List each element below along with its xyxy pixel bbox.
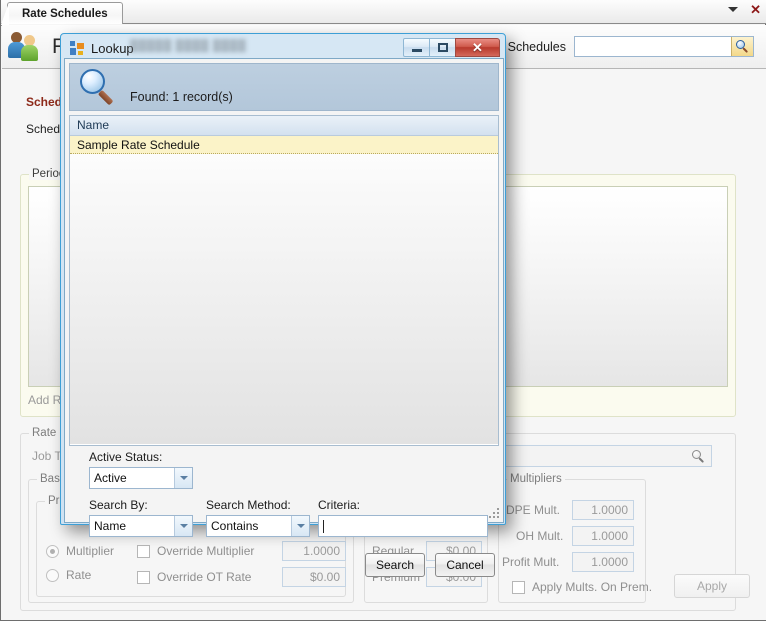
search-by-label: Search By: <box>89 498 148 512</box>
checkbox-override-ot-rate-label: Override OT Rate <box>157 570 252 584</box>
lookup-dialog-title: Lookup <box>91 40 134 56</box>
search-button[interactable]: Search <box>365 553 425 577</box>
resize-grip-icon[interactable] <box>489 508 501 520</box>
checkbox-override-multiplier-label: Override Multiplier <box>157 544 255 558</box>
chevron-down-icon[interactable] <box>174 468 192 488</box>
row-cell-name: Sample Rate Schedule <box>77 137 200 152</box>
lookup-results-empty-area <box>70 154 498 444</box>
active-status-value: Active <box>94 471 127 485</box>
apply-button[interactable]: Apply <box>674 574 750 598</box>
cancel-button[interactable]: Cancel <box>435 553 495 577</box>
header-search-input[interactable] <box>575 38 730 55</box>
oh-mult-label: OH Mult. <box>516 529 564 543</box>
minimize-icon <box>411 49 422 52</box>
header-search-box[interactable] <box>574 36 754 57</box>
text-caret <box>323 519 324 533</box>
header-search-area: Schedules <box>508 36 754 57</box>
header-search-label: Schedules <box>507 39 566 54</box>
radio-rate-label: Rate <box>66 568 92 582</box>
search-by-value: Name <box>94 519 127 533</box>
magnifier-large-icon <box>80 69 116 106</box>
active-status-select[interactable]: Active <box>89 467 193 489</box>
checkbox-apply-mults-on-prem[interactable] <box>512 581 525 594</box>
criteria-input[interactable] <box>318 515 488 537</box>
maximize-button[interactable] <box>429 38 456 57</box>
lookup-results-header: Name <box>70 116 498 136</box>
users-icon <box>8 30 48 64</box>
lookup-results-list[interactable]: Name Sample Rate Schedule <box>69 115 499 446</box>
dpe-mult-label: DPE Mult. <box>506 503 561 517</box>
lookup-dialog-window-buttons: ✕ <box>403 38 500 57</box>
close-icon: ✕ <box>472 40 483 55</box>
minimize-button[interactable] <box>403 38 430 57</box>
search-method-label: Search Method: <box>206 498 291 512</box>
profit-mult-value: 1.0000 <box>572 552 634 572</box>
search-by-select[interactable]: Name <box>89 515 193 537</box>
lookup-result-banner: Found: 1 record(s) <box>69 63 499 111</box>
active-status-label: Active Status: <box>89 450 163 464</box>
override-multiplier-value: 1.0000 <box>282 541 346 561</box>
multipliers-group-title: Multipliers <box>507 473 565 485</box>
search-method-value: Contains <box>211 519 259 533</box>
lookup-dialog: Lookup █████ ████ ████ ✕ Found: 1 record… <box>60 33 506 577</box>
profit-mult-label: Profit Mult. <box>502 555 560 569</box>
screen-root: Rate Schedules ✕ Rate Schedules Schedule… <box>0 0 766 621</box>
apply-mults-on-prem-label: Apply Mults. On Prem. <box>532 580 653 594</box>
lookup-dialog-client: Found: 1 record(s) Name Sample Rate Sche… <box>64 58 504 577</box>
table-row[interactable]: Sample Rate Schedule <box>70 136 498 154</box>
tab-label: Rate Schedules <box>22 8 108 20</box>
users-icon-person-front <box>21 34 38 61</box>
override-ot-rate-value: $0.00 <box>282 567 346 587</box>
radio-multiplier-label: Multiplier <box>66 544 115 558</box>
tab-strip: Rate Schedules ✕ <box>1 0 766 26</box>
checkbox-override-multiplier[interactable] <box>137 545 150 558</box>
maximize-icon <box>437 43 448 52</box>
close-button[interactable]: ✕ <box>455 38 500 57</box>
search-method-select[interactable]: Contains <box>206 515 310 537</box>
chevron-down-icon[interactable] <box>728 7 739 12</box>
magnifier-icon <box>736 40 749 54</box>
radio-rate[interactable] <box>46 569 59 582</box>
chevron-down-icon[interactable] <box>291 516 309 536</box>
criteria-label: Criteria: <box>318 498 361 512</box>
lookup-dialog-titlebar[interactable]: Lookup █████ ████ ████ ✕ <box>64 37 502 59</box>
window-tiles-icon <box>70 41 84 55</box>
radio-multiplier[interactable] <box>46 545 59 558</box>
header-search-button[interactable] <box>731 37 753 56</box>
tab-rate-schedules[interactable]: Rate Schedules <box>1 2 123 26</box>
checkbox-override-ot-rate[interactable] <box>137 571 150 584</box>
lookup-search-form: Active Status: Active Search By: Name Se… <box>69 450 499 577</box>
lookup-dialog-obscured-text: █████ ████ ████ <box>130 40 247 52</box>
dpe-mult-value: 1.0000 <box>572 500 634 520</box>
close-icon[interactable]: ✕ <box>750 3 761 16</box>
job-title-lookup-icon[interactable] <box>692 450 705 464</box>
column-header-name[interactable]: Name <box>77 116 109 136</box>
chevron-down-icon[interactable] <box>174 516 192 536</box>
tab-strip-controls: ✕ <box>728 3 761 16</box>
lookup-result-count: Found: 1 record(s) <box>130 90 233 104</box>
oh-mult-value: 1.0000 <box>572 526 634 546</box>
